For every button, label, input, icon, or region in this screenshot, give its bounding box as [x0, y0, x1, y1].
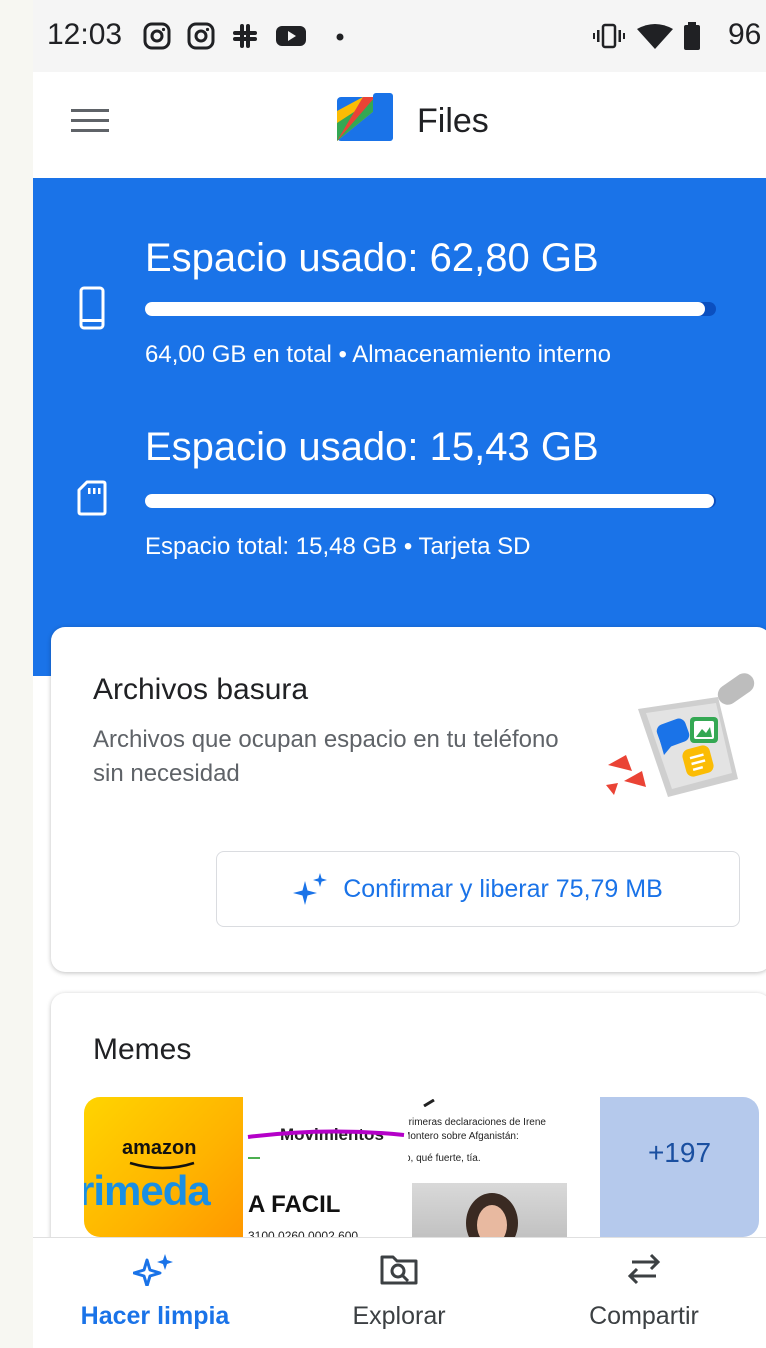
status-time: 12:03 — [47, 18, 123, 51]
green-mark — [248, 1157, 260, 1159]
meme-thumbnail-3[interactable]: Primeras declaraciones de Irene Montero … — [408, 1097, 567, 1237]
sd-used-label: Espacio usado: 15,43 GB — [145, 425, 599, 469]
internal-used-label: Espacio usado: 62,80 GB — [145, 236, 599, 280]
youtube-icon — [276, 26, 306, 46]
quote-mark — [423, 1099, 435, 1107]
nav-item-share[interactable]: Compartir — [522, 1238, 766, 1348]
meme-3-line3: Jo, qué fuerte, tía. — [408, 1153, 481, 1164]
sd-usage-bar — [145, 494, 716, 508]
status-bar: 12:03 96 — [33, 0, 766, 72]
meme-1-line2: rimeda — [84, 1167, 211, 1214]
meme-thumbnail-1[interactable]: amazon rimeda — [84, 1097, 243, 1237]
files-logo-icon — [337, 93, 393, 141]
sd-card-icon — [77, 480, 107, 516]
junk-card-description: Archivos que ocupan espacio en tu teléfo… — [93, 726, 559, 787]
meme-1-line1: amazon — [122, 1137, 197, 1159]
meme-3-line2: Montero sobre Afganistán: — [408, 1131, 519, 1142]
bottom-navigation: Hacer limpia Explorar Compartir — [33, 1237, 766, 1348]
storage-summary[interactable]: Espacio usado: 62,80 GB 64,00 GB en tota… — [33, 178, 766, 676]
meme-thumbnail-2[interactable]: Movimientos A FACIL 3100 0260 0002 600 — [246, 1097, 405, 1237]
nav-item-explore[interactable]: Explorar — [277, 1238, 521, 1348]
phone-icon — [79, 286, 105, 330]
phone-screen: 12:03 96 Files Espacio usado: 62,80 GB 6… — [33, 0, 766, 1348]
junk-files-card[interactable]: Archivos basura Archivos que ocupan espa… — [51, 627, 766, 972]
folder-search-icon — [380, 1255, 418, 1285]
meme-2-text: A FACIL — [248, 1191, 341, 1218]
meme-2-small: 3100 0260 0002 600 — [248, 1229, 359, 1237]
menu-icon[interactable] — [69, 106, 111, 136]
person-photo — [466, 1193, 518, 1237]
memes-card-title: Memes — [93, 1033, 192, 1066]
wifi-icon — [637, 24, 673, 49]
sd-detail: Espacio total: 15,48 GB • Tarjeta SD — [145, 533, 531, 560]
instagram-icon — [143, 22, 171, 50]
nav-label-share: Compartir — [589, 1302, 699, 1330]
dustpan-illustration — [606, 673, 755, 797]
nav-item-clean[interactable]: Hacer limpia — [33, 1238, 277, 1348]
meme-3-photo — [412, 1183, 567, 1237]
internal-usage-fill — [145, 302, 706, 316]
purple-underline — [247, 1129, 405, 1139]
app-title: Files — [417, 102, 489, 140]
battery-icon — [684, 22, 700, 50]
confirm-free-space-button[interactable]: Confirmar y liberar 75,79 MB — [216, 851, 740, 927]
battery-percent: 96 % — [728, 18, 766, 51]
sd-usage-fill — [145, 494, 715, 508]
confirm-button-label: Confirmar y liberar 75,79 MB — [343, 874, 663, 903]
sparkle-icon — [293, 873, 328, 905]
meme-thumbnail-more[interactable]: +197 — [600, 1097, 759, 1237]
nav-label-explore: Explorar — [352, 1302, 446, 1330]
slack-icon — [233, 24, 257, 48]
swap-arrows-icon — [627, 1253, 661, 1285]
dot-icon — [336, 33, 344, 41]
meme-3-line1: Primeras declaraciones de Irene — [408, 1117, 546, 1128]
app-bar: Files — [33, 72, 766, 178]
vibrate-icon — [593, 23, 625, 49]
instagram-icon — [187, 22, 215, 50]
nav-label-clean: Hacer limpia — [80, 1302, 230, 1330]
more-memes-count: +197 — [647, 1137, 712, 1168]
internal-usage-bar — [145, 302, 716, 316]
junk-card-title: Archivos basura — [93, 673, 309, 706]
sparkle-icon — [133, 1254, 173, 1286]
internal-detail: 64,00 GB en total • Almacenamiento inter… — [145, 341, 612, 368]
